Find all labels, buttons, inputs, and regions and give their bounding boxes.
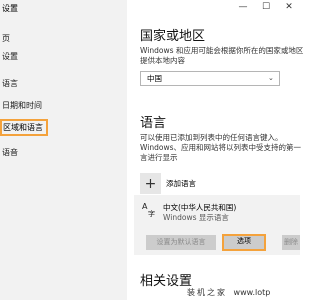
svg-text:字: 字 (148, 209, 155, 217)
close-button[interactable]: ✕ (278, 0, 300, 14)
remove-button[interactable]: 删除 (282, 235, 300, 250)
sidebar-item-language[interactable]: 语言 (2, 78, 18, 89)
region-select[interactable]: 中国 (140, 71, 280, 86)
plus-icon: + (144, 175, 157, 192)
region-heading: 国家或地区 (140, 29, 206, 44)
sidebar-item-datetime[interactable]: 日期和时间 (2, 100, 42, 111)
set-default-language-button[interactable]: 设置为默认语言 (146, 235, 216, 250)
language-description: 可以使用已添加到列表中的任何语言键入。 Windows、应用和网站将以列表中受支… (140, 133, 301, 163)
add-language-label[interactable]: 添加语言 (166, 178, 196, 189)
sidebar-item-region-language[interactable]: 区域和语言 (0, 119, 48, 136)
language-letter-icon: A 字 (142, 201, 156, 218)
watermark-text-left: 装机之家 (187, 288, 227, 297)
language-item-subtitle: Windows 显示语言 (163, 213, 229, 222)
sidebar-item-home[interactable]: 页 (2, 33, 10, 44)
region-description: Windows 和应用可能会根据你所在的国家或地区 提供本地内容 (140, 46, 304, 66)
sidebar (0, 0, 127, 300)
language-description-line1: 可以使用已添加到列表中的任何语言键入。 (140, 133, 283, 142)
chevron-down-icon: ⌄ (268, 74, 274, 82)
language-heading: 语言 (140, 116, 167, 131)
region-description-line2: 提供本地内容 (140, 56, 185, 65)
options-button[interactable]: 选项 (222, 234, 266, 251)
language-description-line3: 言进行显示 (140, 153, 178, 162)
watermark-text-right: www.lotp (233, 288, 271, 297)
maximize-button[interactable]: ☐ (255, 0, 277, 14)
language-description-line2: Windows、应用和网站将以列表中受支持的第一 (140, 143, 301, 152)
watermark: 装机之家 www.lotp (185, 287, 273, 298)
window-title: 设置 (2, 4, 18, 13)
sidebar-item-label: 区域和语言 (3, 123, 43, 132)
minimize-button[interactable]: — (232, 0, 254, 14)
sidebar-item-speech[interactable]: 语音 (2, 147, 18, 158)
sidebar-item-settings[interactable]: 设置 (2, 51, 18, 62)
add-language-button[interactable]: + (140, 173, 161, 194)
region-description-line1: Windows 和应用可能会根据你所在的国家或地区 (140, 46, 304, 55)
